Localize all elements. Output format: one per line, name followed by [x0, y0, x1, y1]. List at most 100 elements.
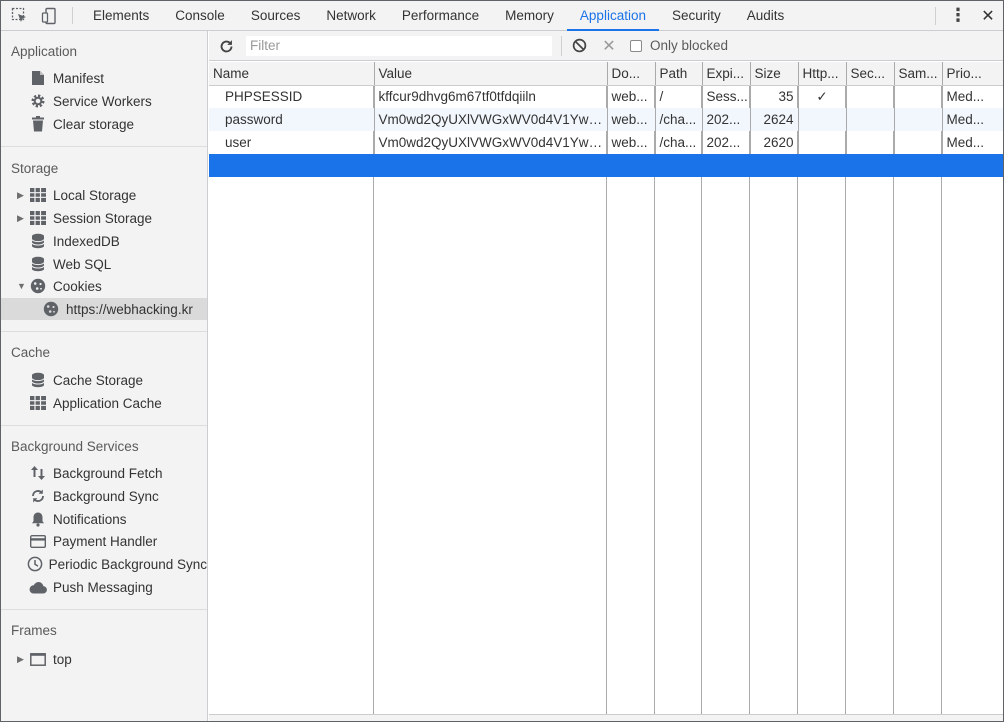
sidebar-item-label: Notifications [53, 511, 127, 527]
more-options-icon[interactable]: ⋮ [943, 1, 973, 30]
cookie-path: / [655, 85, 703, 108]
cookie-domain: web... [607, 85, 656, 108]
table-row-selected-empty[interactable] [209, 154, 1003, 177]
column-header-expires[interactable]: Expi... [702, 62, 751, 86]
tab-performance[interactable]: Performance [389, 1, 492, 30]
sidebar-item-indexeddb[interactable]: IndexedDB [1, 230, 207, 252]
cookie-icon [29, 277, 47, 295]
device-toolbar-icon[interactable] [35, 1, 65, 30]
cookie-priority: Med... [946, 89, 985, 105]
table-row[interactable]: PHPSESSID kffcur9dhvg6m67tf0tfdqiiln web… [209, 85, 1003, 108]
sidebar-item-label: IndexedDB [53, 233, 120, 249]
sidebar-item-background-fetch[interactable]: Background Fetch [1, 462, 207, 484]
sidebar-item-frame-top[interactable]: ▶ top [1, 648, 207, 670]
document-icon [29, 69, 47, 87]
section-title-storage: Storage [11, 161, 59, 176]
inspect-element-icon[interactable] [5, 1, 35, 30]
tab-elements[interactable]: Elements [80, 1, 162, 30]
column-header-samesite[interactable]: Sam... [894, 62, 943, 86]
column-header-secure[interactable]: Sec... [846, 62, 895, 86]
section-title-background-services: Background Services [11, 439, 139, 454]
section-divider [1, 609, 207, 610]
sidebar-item-cookies[interactable]: ▼ Cookies [1, 275, 207, 297]
cookie-priority: Med... [942, 108, 1003, 131]
sidebar-item-session-storage[interactable]: ▶ Session Storage [1, 207, 207, 229]
tab-audits[interactable]: Audits [734, 1, 798, 30]
sidebar-item-manifest[interactable]: Manifest [1, 67, 207, 89]
sidebar-item-label: Service Workers [53, 93, 152, 109]
tab-network[interactable]: Network [313, 1, 389, 30]
table-header-row: Name Value Do... Path Expi... Size Http.… [209, 62, 1003, 86]
sidebar-item-label: https://webhacking.kr [66, 301, 193, 317]
toolbar-divider [935, 6, 936, 25]
sidebar-item-application-cache[interactable]: Application Cache [1, 392, 207, 414]
column-header-httponly[interactable]: Http... [798, 62, 847, 86]
sidebar-item-notifications[interactable]: Notifications [1, 508, 207, 530]
section-title-cache: Cache [11, 345, 51, 360]
section-title-application: Application [11, 44, 78, 59]
refresh-icon[interactable] [217, 37, 235, 55]
sidebar-item-cache-storage[interactable]: Cache Storage [1, 369, 207, 391]
cookies-table: Name Value Do... Path Expi... Size Http.… [209, 62, 1003, 177]
application-sidebar: Application Manifest Service Workers Cle… [1, 31, 208, 721]
expand-arrow-icon[interactable]: ▶ [17, 654, 25, 665]
sidebar-item-label: Web SQL [53, 256, 112, 272]
cookie-name: PHPSESSID [209, 85, 375, 108]
table-grid-icon [29, 209, 47, 227]
cookie-expires: 202... [702, 108, 751, 131]
expand-arrow-icon[interactable]: ▶ [17, 213, 25, 224]
section-title-frames: Frames [11, 623, 57, 638]
sidebar-item-cookie-origin[interactable]: https://webhacking.kr [1, 298, 207, 320]
sidebar-item-periodic-background-sync[interactable]: Periodic Background Sync [1, 553, 207, 575]
sidebar-item-push-messaging[interactable]: Push Messaging [1, 576, 207, 598]
sidebar-item-label: Manifest [53, 70, 105, 86]
expand-arrow-icon[interactable]: ▶ [17, 190, 25, 201]
sidebar-item-clear-storage[interactable]: Clear storage [1, 113, 207, 135]
close-devtools-icon[interactable]: ✕ [973, 1, 1003, 30]
table-row[interactable]: password Vm0wd2QyUXlVWGxWV0d4V1YwZ... we… [209, 108, 1003, 131]
cookie-samesite [894, 131, 943, 154]
cookie-icon [42, 300, 60, 318]
devtools-tab-bar: Elements Console Sources Network Perform… [1, 1, 1003, 31]
sidebar-item-web-sql[interactable]: Web SQL [1, 253, 207, 275]
sidebar-item-payment-handler[interactable]: Payment Handler [1, 530, 207, 552]
table-row[interactable]: user Vm0wd2QyUXlVWGxWV0d4V1YwZ... web...… [209, 131, 1003, 154]
sync-icon [29, 487, 47, 505]
column-header-priority[interactable]: Prio... [942, 62, 1003, 86]
cookie-path: /cha... [655, 131, 703, 154]
sidebar-item-service-workers[interactable]: Service Workers [1, 90, 207, 112]
sidebar-item-label: Background Fetch [53, 465, 163, 481]
trash-icon [29, 115, 47, 133]
gear-icon [29, 92, 47, 110]
cookie-samesite [894, 108, 943, 131]
filter-input[interactable] [245, 34, 553, 57]
column-header-value[interactable]: Value [374, 62, 608, 86]
sidebar-item-background-sync[interactable]: Background Sync [1, 485, 207, 507]
column-header-path[interactable]: Path [655, 62, 703, 86]
delete-selected-icon[interactable]: ✕ [600, 37, 618, 55]
only-blocked-label: Only blocked [650, 38, 729, 53]
clear-all-icon[interactable] [570, 37, 588, 55]
column-header-name[interactable]: Name [209, 62, 375, 86]
column-header-size[interactable]: Size [750, 62, 799, 86]
cookie-secure [846, 108, 895, 131]
section-divider [1, 331, 207, 332]
cookie-httponly [798, 131, 847, 154]
table-grid-icon [29, 394, 47, 412]
database-icon [29, 232, 47, 250]
tab-console[interactable]: Console [162, 1, 238, 30]
cookie-value: Vm0wd2QyUXlVWGxWV0d4V1YwZ... [374, 131, 608, 154]
bell-icon [29, 510, 47, 528]
collapse-arrow-icon[interactable]: ▼ [17, 281, 26, 291]
clock-icon [26, 555, 42, 573]
tab-security[interactable]: Security [659, 1, 734, 30]
tab-memory[interactable]: Memory [492, 1, 567, 30]
tab-sources[interactable]: Sources [238, 1, 314, 30]
cookie-secure [846, 131, 895, 154]
sidebar-item-local-storage[interactable]: ▶ Local Storage [1, 184, 207, 206]
only-blocked-checkbox[interactable] [630, 39, 642, 52]
table-bottom-scrollbar[interactable] [209, 714, 1003, 721]
tab-application[interactable]: Application [566, 1, 660, 31]
cookie-size: 2620 [750, 131, 799, 154]
column-header-domain[interactable]: Do... [607, 62, 656, 86]
